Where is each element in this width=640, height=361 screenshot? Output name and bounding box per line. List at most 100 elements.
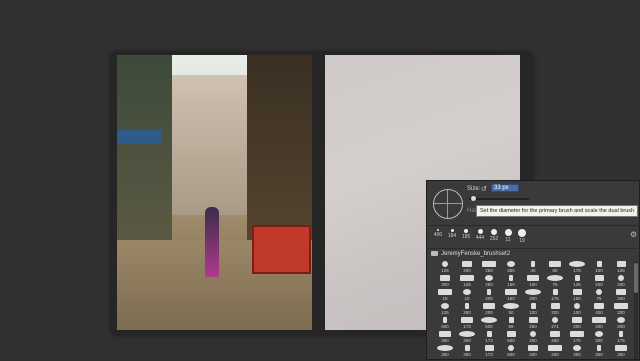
- brush-stroke-icon: [552, 317, 558, 323]
- recent-brush[interactable]: 252: [487, 229, 501, 245]
- brush-preset[interactable]: 100: [523, 303, 543, 318]
- brush-preset[interactable]: 69: [501, 317, 521, 332]
- brush-preset[interactable]: 150: [501, 275, 521, 290]
- brush-preview-icon[interactable]: [433, 189, 463, 219]
- brush-stroke-icon: [550, 331, 560, 337]
- photo-layer[interactable]: [117, 55, 312, 330]
- brush-size-label: 300: [441, 352, 449, 357]
- brush-preset[interactable]: 80: [545, 261, 565, 276]
- brush-preset[interactable]: 600: [435, 317, 455, 332]
- blue-awning: [117, 130, 162, 144]
- brush-stroke-icon: [487, 289, 491, 295]
- brush-preset[interactable]: 250: [479, 275, 499, 290]
- brush-preset[interactable]: 75: [589, 289, 609, 304]
- brush-preset[interactable]: 250: [523, 331, 543, 346]
- brush-stroke-icon: [486, 331, 492, 337]
- brush-tip-icon: [491, 229, 497, 235]
- brush-preset[interactable]: 175: [567, 261, 587, 276]
- brush-preset[interactable]: 100: [567, 303, 587, 318]
- brush-stroke-icon: [530, 331, 536, 337]
- size-slider-handle[interactable]: [471, 196, 476, 201]
- brush-preset[interactable]: 500: [479, 317, 499, 332]
- brush-preset[interactable]: 400: [479, 289, 499, 304]
- brush-stroke-icon: [573, 345, 581, 351]
- brush-preset[interactable]: 200: [611, 289, 631, 304]
- recent-brush[interactable]: 185: [459, 229, 473, 245]
- brush-preset[interactable]: 300: [435, 275, 455, 290]
- brush-preset[interactable]: 400: [545, 331, 565, 346]
- brush-preset[interactable]: 271: [545, 317, 565, 332]
- brush-preset[interactable]: 400: [589, 303, 609, 318]
- brush-preset[interactable]: 200: [589, 275, 609, 290]
- brush-preset[interactable]: 300: [457, 345, 477, 360]
- brush-stroke-icon: [552, 289, 558, 295]
- brush-preset[interactable]: 10: [457, 289, 477, 304]
- brush-preset[interactable]: 200: [567, 317, 587, 332]
- brush-preset[interactable]: 600: [501, 331, 521, 346]
- scrollbar-thumb[interactable]: [634, 263, 638, 293]
- brush-preset[interactable]: 300: [611, 345, 631, 360]
- brush-preset[interactable]: 175: [567, 331, 587, 346]
- brush-size-label: 200: [573, 324, 581, 329]
- brush-preset[interactable]: 300: [457, 331, 477, 346]
- recent-brush[interactable]: 444: [473, 229, 487, 245]
- brush-size-label: 100: [573, 310, 581, 315]
- brush-preset[interactable]: 300: [589, 331, 609, 346]
- brush-preset[interactable]: 600: [501, 345, 521, 360]
- brush-preset[interactable]: 125: [435, 261, 455, 276]
- brush-size-label: 75: [552, 282, 558, 287]
- brush-stroke-icon: [616, 261, 626, 267]
- brush-preset[interactable]: 200: [589, 317, 609, 332]
- brush-group-header[interactable]: JeremyFenske_brushset2: [431, 251, 510, 257]
- brush-preset[interactable]: 200: [479, 303, 499, 318]
- brush-preset[interactable]: 300: [435, 345, 455, 360]
- brush-preset[interactable]: 300: [567, 345, 587, 360]
- recent-brush[interactable]: 11: [501, 229, 515, 245]
- brush-preset[interactable]: 173: [479, 331, 499, 346]
- brush-preset[interactable]: 250: [479, 261, 499, 276]
- brush-preset[interactable]: 350: [435, 331, 455, 346]
- brush-preset[interactable]: 175: [545, 289, 565, 304]
- brush-preset[interactable]: 200: [545, 345, 565, 360]
- brush-preset[interactable]: 250: [457, 303, 477, 318]
- brush-size-label: 300: [573, 352, 581, 357]
- brush-preset[interactable]: 125: [611, 261, 631, 276]
- gear-icon[interactable]: ⚙: [630, 230, 637, 239]
- brush-preset[interactable]: 175: [611, 331, 631, 346]
- brush-preset[interactable]: 173: [457, 317, 477, 332]
- brush-preset[interactable]: 160: [501, 289, 521, 304]
- brush-preset[interactable]: 75: [545, 275, 565, 290]
- brush-preset[interactable]: 200: [611, 303, 631, 318]
- brush-preset[interactable]: 200: [611, 275, 631, 290]
- brush-preset[interactable]: 300: [589, 345, 609, 360]
- brush-size-label: 200: [463, 268, 471, 273]
- brush-preset[interactable]: 50: [501, 303, 521, 318]
- brush-preset[interactable]: 100: [523, 275, 543, 290]
- brush-stroke-icon: [531, 261, 535, 267]
- brush-preset[interactable]: 15: [435, 289, 455, 304]
- brush-size-label: 400: [529, 352, 537, 357]
- brush-preset[interactable]: 150: [589, 261, 609, 276]
- brush-preset[interactable]: 40: [523, 261, 543, 276]
- brush-preset[interactable]: 125: [435, 303, 455, 318]
- brush-preset[interactable]: 173: [479, 345, 499, 360]
- brush-preset[interactable]: 260: [523, 317, 543, 332]
- brush-preset[interactable]: 200: [457, 261, 477, 276]
- brush-preset[interactable]: 200: [545, 303, 565, 318]
- brush-preset[interactable]: 125: [457, 275, 477, 290]
- recent-brush[interactable]: 19: [515, 229, 529, 245]
- recent-brush[interactable]: 184: [445, 229, 459, 245]
- brush-preset[interactable]: 250: [501, 261, 521, 276]
- brush-preset[interactable]: 125: [567, 275, 587, 290]
- size-slider[interactable]: [469, 198, 529, 200]
- recent-brush[interactable]: 400: [431, 229, 445, 245]
- brush-preset[interactable]: 400: [523, 345, 543, 360]
- reset-icon[interactable]: ↺: [481, 185, 487, 193]
- brush-size-label: 200: [595, 324, 603, 329]
- brush-stroke-icon: [596, 261, 602, 267]
- brush-preset[interactable]: 200: [611, 317, 631, 332]
- brush-size-label: 184: [447, 233, 457, 239]
- brush-preset[interactable]: 150: [567, 289, 587, 304]
- size-input[interactable]: 33 px: [491, 184, 519, 192]
- brush-preset[interactable]: 200: [523, 289, 543, 304]
